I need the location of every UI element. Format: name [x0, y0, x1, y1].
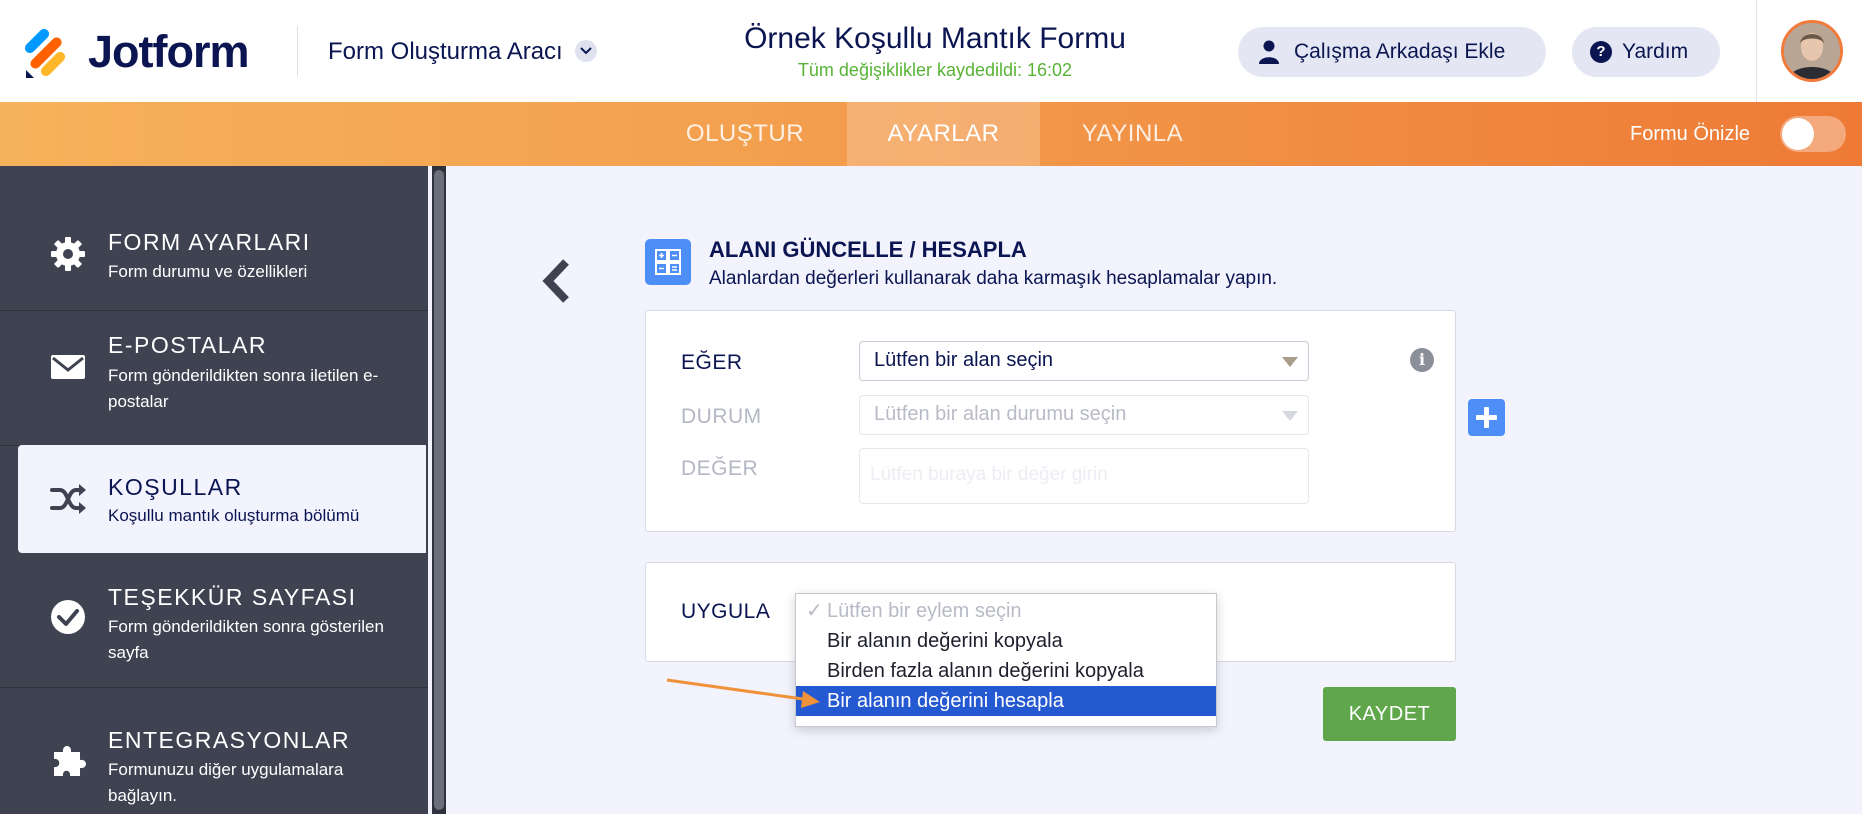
sidebar-item-title: E-POSTALAR	[108, 332, 267, 358]
value-input[interactable]: Lütfen buraya bir değer girin	[859, 448, 1309, 504]
sidebar-item-thank-you-page[interactable]: TEŞEKKÜR SAYFASI Form gönderildikten son…	[0, 555, 428, 688]
action-select-dropdown[interactable]: ✓ Lütfen bir eylem seçin Bir alanın değe…	[795, 593, 1217, 727]
annotation-arrow-icon	[666, 678, 820, 708]
state-select[interactable]: Lütfen bir alan durumu seçin	[859, 395, 1309, 435]
question-icon: ?	[1590, 41, 1612, 63]
state-label: DURUM	[681, 405, 762, 428]
do-label: UYGULA	[681, 600, 771, 623]
form-title[interactable]: Örnek Koşullu Mantık Formu	[600, 20, 1270, 58]
if-field-select-value: Lütfen bir alan seçin	[874, 349, 1054, 371]
sidebar-item-conditions[interactable]: KOŞULLAR Koşullu mantık oluşturma bölümü	[18, 445, 426, 553]
tab-create[interactable]: OLUŞTUR	[670, 102, 820, 166]
scrollbar-thumb[interactable]	[434, 170, 444, 810]
toggle-knob	[1782, 118, 1814, 150]
condition-type-description: Alanlardan değerleri kullanarak daha kar…	[709, 268, 1278, 289]
save-button[interactable]: KAYDET	[1323, 687, 1456, 741]
gear-icon	[51, 237, 85, 271]
sidebar-item-subtitle: Formunuzu diğer uygulamalara bağlayın.	[108, 760, 344, 805]
sidebar-item-form-settings[interactable]: FORM AYARLARI Form durumu ve özellikleri	[0, 166, 428, 311]
add-collaborator-button[interactable]: Çalışma Arkadaşı Ekle	[1238, 27, 1546, 77]
sidebar-item-integrations[interactable]: ENTEGRASYONLAR Formunuzu diğer uygulamal…	[0, 688, 428, 814]
if-condition-card: EĞER Lütfen bir alan seçin DURUM Lütfen …	[645, 310, 1456, 532]
save-status: Tüm değişiklikler kaydedildi: 16:02	[797, 60, 1073, 80]
calculator-icon	[645, 239, 691, 285]
sidebar-item-subtitle: Form durumu ve özellikleri	[108, 262, 308, 281]
tab-publish[interactable]: YAYINLA	[1060, 102, 1205, 166]
sidebar-item-title: KOŞULLAR	[108, 474, 243, 500]
value-label: DEĞER	[681, 457, 759, 480]
shuffle-icon	[50, 484, 86, 514]
jotform-logo-text[interactable]: Jotform	[88, 26, 249, 78]
preview-form-toggle[interactable]	[1780, 116, 1846, 152]
back-arrow-icon[interactable]	[536, 256, 576, 306]
header-divider	[297, 26, 298, 76]
sidebar-item-emails[interactable]: E-POSTALAR Form gönderildikten sonra ile…	[0, 311, 428, 446]
dropdown-option-placeholder[interactable]: ✓ Lütfen bir eylem seçin	[796, 596, 1216, 626]
tab-settings[interactable]: AYARLAR	[847, 102, 1040, 166]
builder-menu-label[interactable]: Form Oluşturma Aracı	[328, 36, 563, 68]
state-select-value: Lütfen bir alan durumu seçin	[874, 403, 1127, 425]
caret-down-icon	[1282, 357, 1298, 367]
header-divider-right	[1756, 0, 1757, 102]
top-header: Jotform Form Oluşturma Aracı Örnek Koşul…	[0, 0, 1862, 102]
user-icon	[1259, 40, 1279, 64]
add-collaborator-label: Çalışma Arkadaşı Ekle	[1294, 40, 1506, 63]
puzzle-icon	[54, 746, 86, 776]
add-condition-button[interactable]	[1468, 399, 1505, 436]
sidebar-item-subtitle: Form gönderildikten sonra gösterilen say…	[108, 617, 384, 662]
sidebar-scrollbar[interactable]	[432, 166, 446, 814]
caret-down-icon	[1282, 411, 1298, 421]
preview-form-label: Formu Önizle	[1630, 123, 1751, 145]
if-field-select[interactable]: Lütfen bir alan seçin	[859, 341, 1309, 381]
dropdown-option-copy-multiple-fields[interactable]: Birden fazla alanın değerini kopyala	[796, 656, 1216, 686]
settings-sidebar: FORM AYARLARI Form durumu ve özellikleri…	[0, 166, 428, 814]
dropdown-option-label: Lütfen bir eylem seçin	[827, 600, 1022, 622]
avatar[interactable]	[1781, 20, 1843, 82]
sidebar-item-subtitle: Form gönderildikten sonra iletilen e-pos…	[108, 366, 379, 411]
sidebar-item-title: ENTEGRASYONLAR	[108, 727, 351, 753]
envelope-icon	[51, 355, 85, 379]
jotform-logo-icon[interactable]	[24, 26, 72, 78]
dropdown-option-calculate-field[interactable]: Bir alanın değerini hesapla	[796, 686, 1216, 716]
help-label: Yardım	[1622, 40, 1689, 63]
sidebar-item-title: FORM AYARLARI	[108, 229, 311, 255]
checkmark-icon: ✓	[806, 600, 823, 622]
sidebar-item-title: TEŞEKKÜR SAYFASI	[108, 584, 357, 610]
sidebar-item-subtitle: Koşullu mantık oluşturma bölümü	[108, 506, 360, 525]
if-label: EĞER	[681, 351, 743, 374]
chevron-down-icon[interactable]	[575, 40, 597, 62]
check-circle-icon	[51, 600, 85, 634]
condition-type-title: ALANI GÜNCELLE / HESAPLA	[709, 237, 1027, 262]
dropdown-option-copy-field[interactable]: Bir alanın değerini kopyala	[796, 626, 1216, 656]
help-button[interactable]: ? Yardım	[1572, 27, 1720, 77]
main-nav: OLUŞTUR AYARLAR YAYINLA Formu Önizle	[0, 102, 1862, 166]
info-icon[interactable]: i	[1410, 348, 1434, 372]
